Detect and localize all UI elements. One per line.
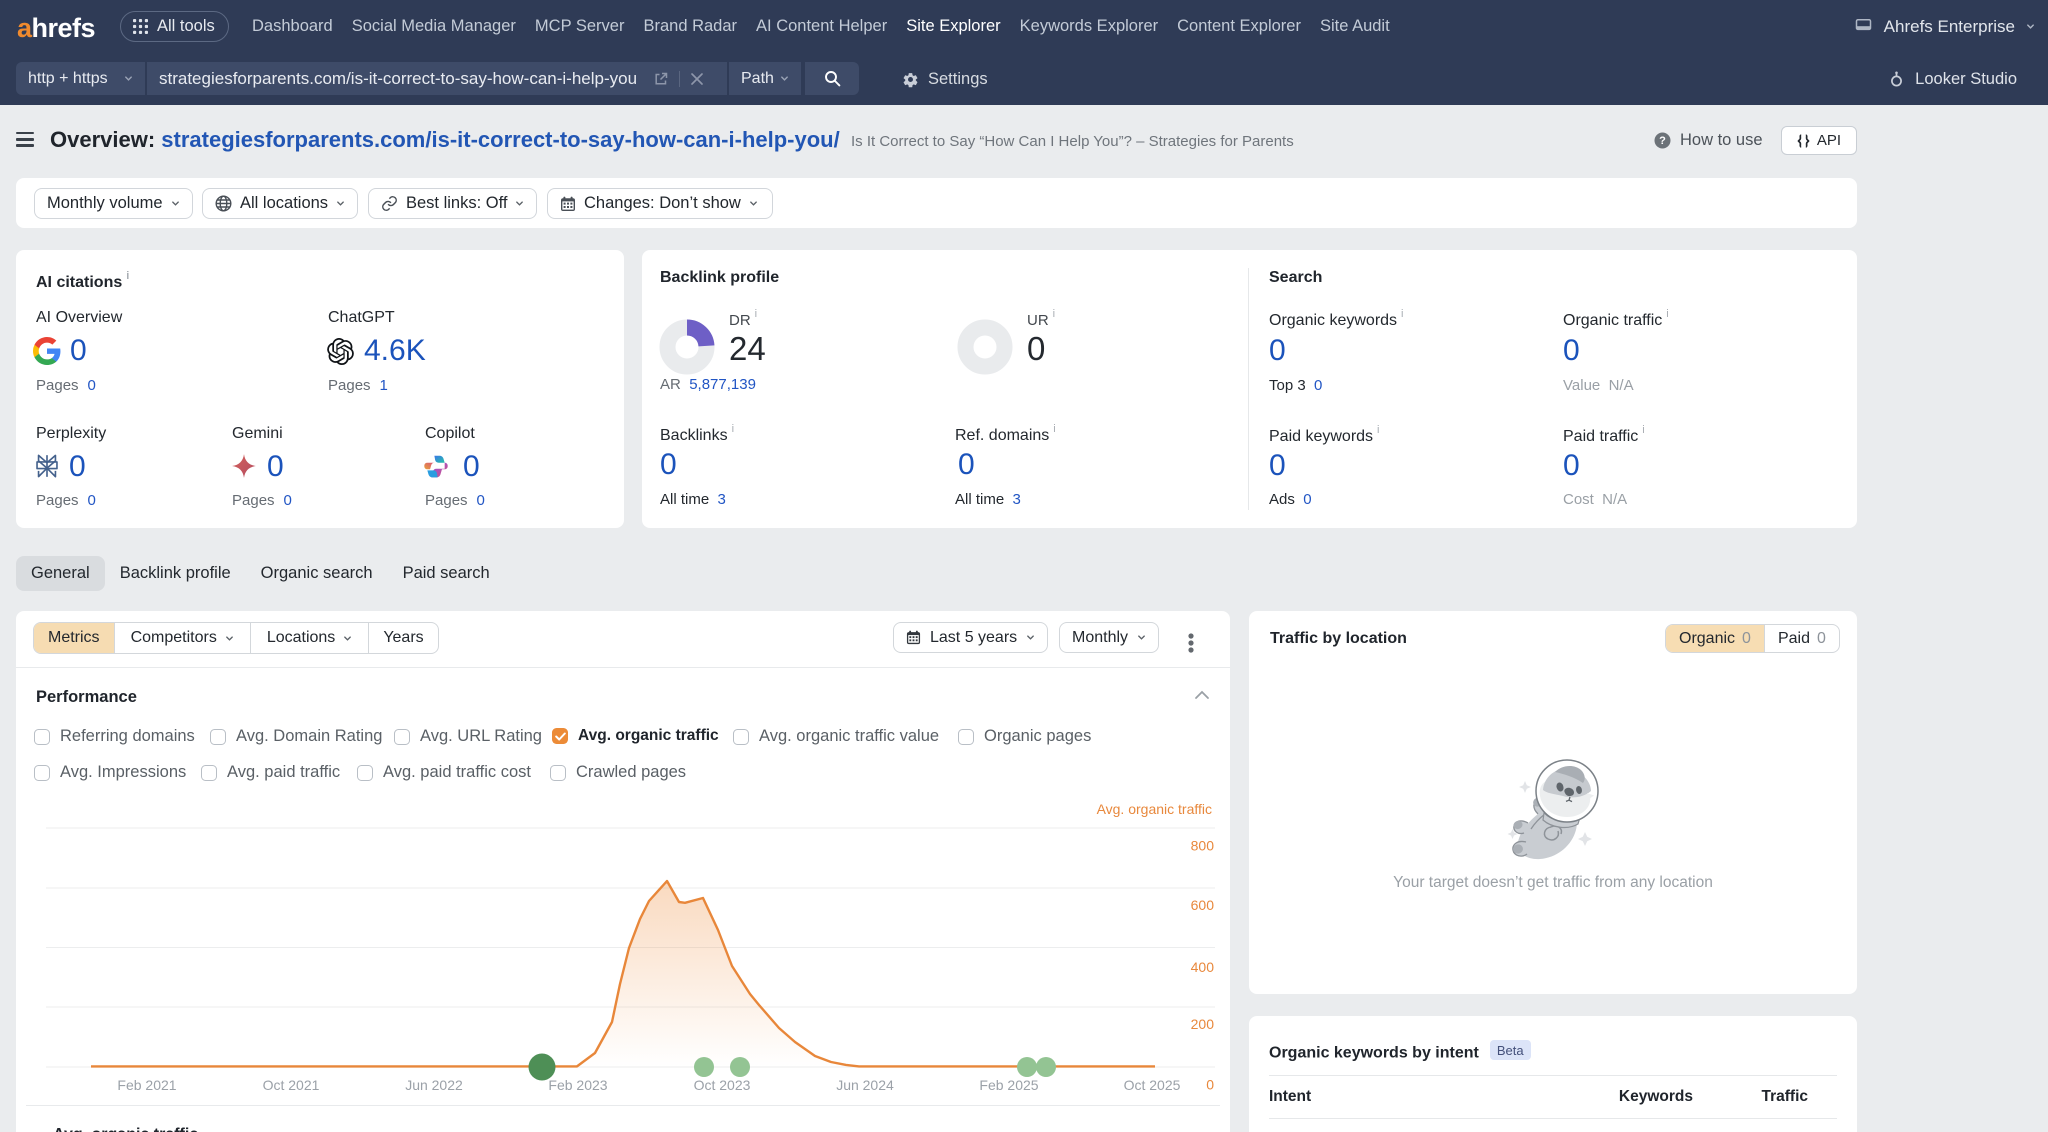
svg-text:800: 800: [1191, 837, 1215, 853]
svg-text:400: 400: [1191, 959, 1215, 975]
svg-text:Avg. organic traffic: Avg. organic traffic: [1097, 801, 1212, 817]
svg-text:Oct 2025: Oct 2025: [1124, 1077, 1181, 1093]
svg-text:600: 600: [1191, 897, 1215, 913]
svg-text:Feb 2025: Feb 2025: [979, 1077, 1038, 1093]
svg-text:Feb 2021: Feb 2021: [117, 1077, 176, 1093]
svg-text:Jun 2022: Jun 2022: [405, 1077, 463, 1093]
svg-text:Jun 2024: Jun 2024: [836, 1077, 894, 1093]
svg-text:0: 0: [1206, 1077, 1214, 1093]
svg-text:200: 200: [1191, 1016, 1215, 1032]
svg-text:Feb 2023: Feb 2023: [548, 1077, 607, 1093]
svg-text:Oct 2021: Oct 2021: [263, 1077, 320, 1093]
svg-text:?: ?: [1659, 135, 1666, 147]
svg-text:Oct 2023: Oct 2023: [694, 1077, 751, 1093]
